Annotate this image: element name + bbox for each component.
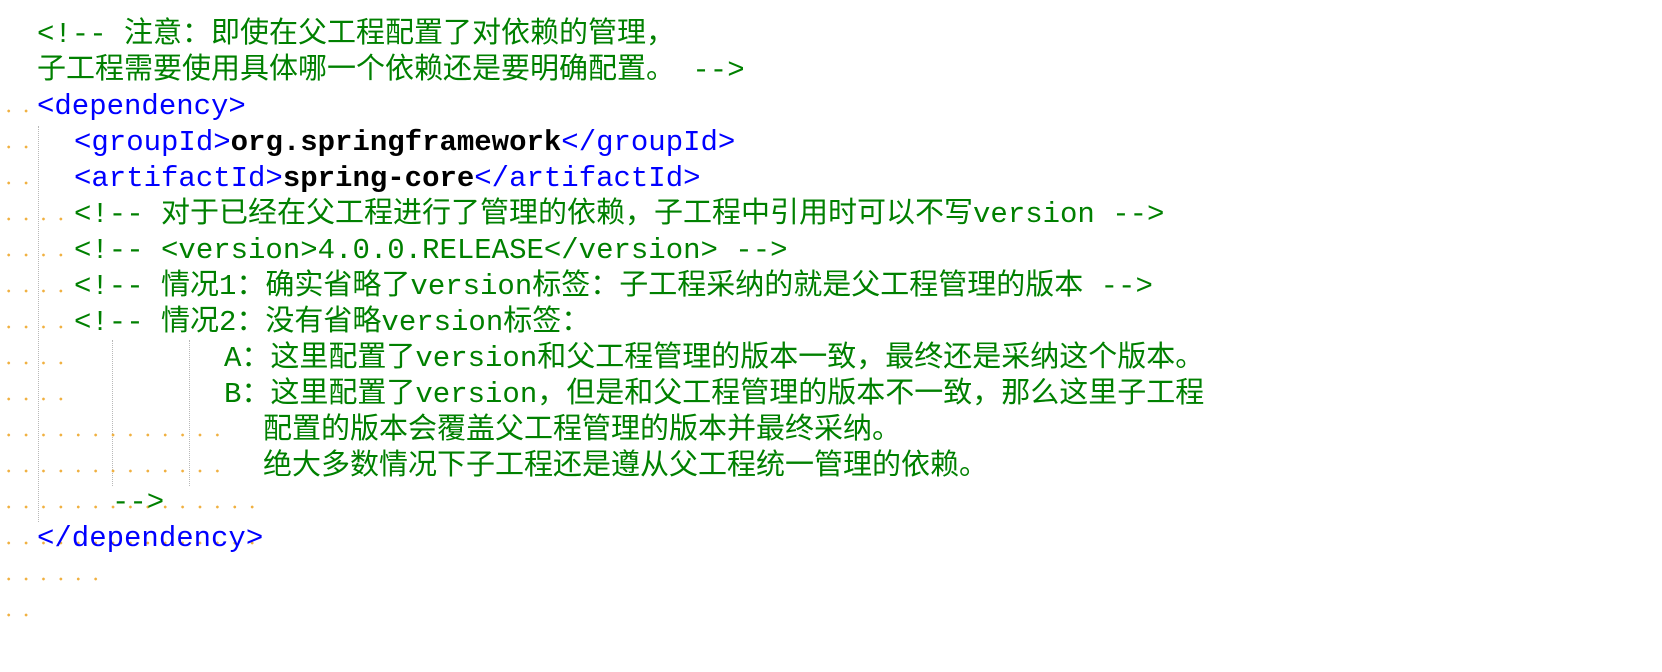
code-line: <dependency> <box>0 88 1662 202</box>
code-line: <artifactId>spring-core</artifactId> <box>0 160 1662 274</box>
code-line: 子工程需要使用具体哪一个依赖还是要明确配置。 --> <box>0 52 1662 166</box>
code-line: <groupId>org.springframework</groupId> <box>0 124 1662 238</box>
xml-tag: <groupId> <box>74 126 231 159</box>
comment-text: 子工程需要使用具体哪一个依赖还是要明确配置。 --> <box>37 54 745 87</box>
xml-tag: </dependency> <box>37 522 264 555</box>
xml-tag: </groupId> <box>561 126 736 159</box>
comment-text: B：这里配置了version，但是和父工程管理的版本不一致，那么这里子工程 <box>224 378 1205 411</box>
code-line: B：这里配置了version，但是和父工程管理的版本不一致，那么这里子工程 <box>0 376 1662 490</box>
comment-text: 绝大多数情况下子工程还是遵从父工程统一管理的依赖。 <box>263 450 989 483</box>
comment-text: <!-- <version>4.0.0.RELEASE</version> --… <box>74 234 788 267</box>
code-line: A：这里配置了version和父工程管理的版本一致，最终还是采纳这个版本。 <box>0 340 1662 454</box>
code-line: <!-- <version>4.0.0.RELEASE</version> --… <box>0 232 1662 346</box>
code-line: <!-- 情况2：没有省略version标签： <box>0 304 1662 418</box>
comment-text: <!-- 情况2：没有省略version标签： <box>74 306 591 339</box>
code-line: --> <box>0 484 1662 598</box>
code-line: </dependency> <box>0 520 1662 634</box>
comment-text: --> <box>112 486 165 519</box>
xml-tag: <dependency> <box>37 90 246 123</box>
code-line: <!-- 注意：即使在父工程配置了对依赖的管理， <box>0 16 1662 130</box>
xml-tag: <artifactId> <box>74 162 283 195</box>
code-line: <!-- 情况1：确实省略了version标签：子工程采纳的就是父工程管理的版本… <box>0 268 1662 382</box>
comment-text: <!-- 注意：即使在父工程配置了对依赖的管理， <box>37 18 676 51</box>
code-line: <!-- 对于已经在父工程进行了管理的依赖，子工程中引用时可以不写version… <box>0 196 1662 310</box>
whitespace-marker <box>0 596 36 634</box>
comment-text: <!-- 情况1：确实省略了version标签：子工程采纳的就是父工程管理的版本… <box>74 270 1153 303</box>
comment-text: A：这里配置了version和父工程管理的版本一致，最终还是采纳这个版本。 <box>224 342 1205 375</box>
xml-value: spring-core <box>282 162 475 195</box>
comment-text: <!-- 对于已经在父工程进行了管理的依赖，子工程中引用时可以不写version… <box>74 198 1165 231</box>
code-line: 绝大多数情况下子工程还是遵从父工程统一管理的依赖。 <box>0 448 1662 562</box>
xml-value: org.springframework <box>230 126 562 159</box>
code-line: 配置的版本会覆盖父工程管理的版本并最终采纳。 <box>0 412 1662 526</box>
code-editor[interactable]: <!-- 注意：即使在父工程配置了对依赖的管理， 子工程需要使用具体哪一个依赖还… <box>0 0 1662 634</box>
xml-tag: </artifactId> <box>474 162 701 195</box>
comment-text: 配置的版本会覆盖父工程管理的版本并最终采纳。 <box>263 414 902 447</box>
